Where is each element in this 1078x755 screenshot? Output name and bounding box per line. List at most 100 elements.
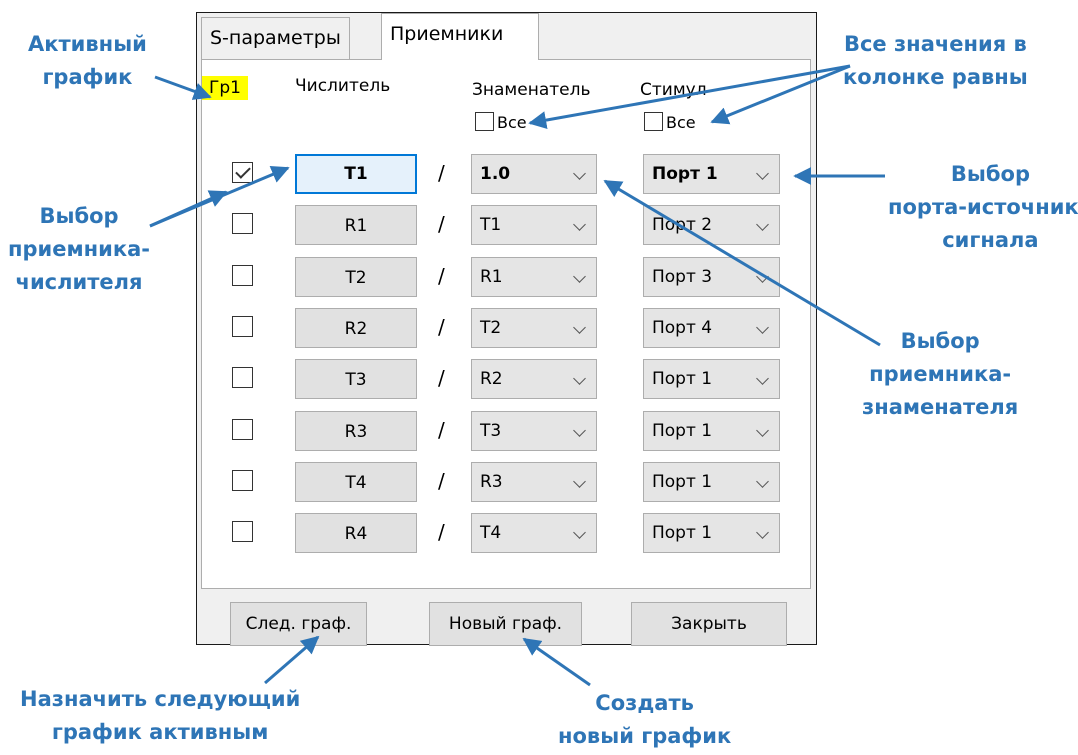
annotation-line: порта-источника xyxy=(888,195,1078,219)
active-graph-label: Гр1 xyxy=(202,76,248,100)
tab-s-parameters[interactable]: S-параметры xyxy=(201,17,350,59)
denominator-combo[interactable]: R2 xyxy=(471,359,597,399)
stimulus-all-label: Все xyxy=(666,113,696,132)
stimulus-value: Порт 1 xyxy=(652,164,718,184)
annotation-active-graph: Активный график xyxy=(28,28,147,94)
stimulus-combo[interactable]: Порт 1 xyxy=(643,462,780,502)
denominator-value: 1.0 xyxy=(480,164,511,184)
stimulus-value: Порт 4 xyxy=(652,318,713,338)
divider-slash: / xyxy=(438,469,445,493)
stimulus-combo[interactable]: Порт 1 xyxy=(643,411,780,451)
numerator-button[interactable]: T2 xyxy=(295,257,417,297)
chevron-down-icon xyxy=(756,167,769,180)
divider-slash: / xyxy=(438,366,445,390)
numerator-button[interactable]: R1 xyxy=(295,205,417,245)
row-checkbox[interactable] xyxy=(232,521,253,542)
divider-slash: / xyxy=(438,264,445,288)
annotation-line: новый график xyxy=(558,724,732,748)
chevron-down-icon xyxy=(573,218,586,231)
denominator-value: R2 xyxy=(480,369,503,389)
chevron-down-icon xyxy=(756,526,769,539)
denominator-combo[interactable]: R1 xyxy=(471,257,597,297)
annotation-source-port: Выбор порта-источника сигнала xyxy=(888,158,1078,257)
annotation-line: Активный xyxy=(28,32,147,56)
stimulus-value: Порт 1 xyxy=(652,369,713,389)
denominator-combo[interactable]: T1 xyxy=(471,205,597,245)
denominator-all-label: Все xyxy=(497,113,527,132)
chevron-down-icon xyxy=(756,218,769,231)
receivers-panel: Гр1 Числитель Знаменатель Стимул Все Все… xyxy=(201,59,811,589)
denominator-combo[interactable]: T3 xyxy=(471,411,597,451)
stimulus-value: Порт 3 xyxy=(652,267,713,287)
denominator-combo[interactable]: 1.0 xyxy=(471,154,597,194)
tab-bar: S-параметры Приемники xyxy=(197,13,816,60)
chevron-down-icon xyxy=(573,475,586,488)
numerator-button[interactable]: R3 xyxy=(295,411,417,451)
stimulus-combo[interactable]: Порт 1 xyxy=(643,359,780,399)
stimulus-all-checkbox[interactable] xyxy=(644,112,663,131)
row-checkbox[interactable] xyxy=(232,419,253,440)
row-checkbox[interactable] xyxy=(232,316,253,337)
denominator-combo[interactable]: T2 xyxy=(471,308,597,348)
divider-slash: / xyxy=(438,315,445,339)
chevron-down-icon xyxy=(573,270,586,283)
stimulus-value: Порт 1 xyxy=(652,472,713,492)
annotation-line: колонке равны xyxy=(843,65,1028,89)
stimulus-combo[interactable]: Порт 4 xyxy=(643,308,780,348)
annotation-line: Выбор xyxy=(900,329,980,353)
denominator-combo[interactable]: R3 xyxy=(471,462,597,502)
stimulus-value: Порт 1 xyxy=(652,421,713,441)
stimulus-combo[interactable]: Порт 2 xyxy=(643,205,780,245)
numerator-button[interactable]: R2 xyxy=(295,308,417,348)
numerator-header: Числитель xyxy=(295,76,391,96)
denominator-value: T4 xyxy=(480,523,502,543)
new-graph-button[interactable]: Новый граф. xyxy=(429,602,582,646)
stimulus-combo[interactable]: Порт 1 xyxy=(643,513,780,553)
row-checkbox[interactable] xyxy=(232,162,253,183)
divider-slash: / xyxy=(438,161,445,185)
stimulus-header: Стимул xyxy=(640,80,707,100)
row-checkbox[interactable] xyxy=(232,265,253,286)
next-graph-button[interactable]: След. граф. xyxy=(230,602,367,646)
close-button[interactable]: Закрыть xyxy=(631,602,787,646)
chevron-down-icon xyxy=(573,526,586,539)
row-checkbox[interactable] xyxy=(232,367,253,388)
denominator-value: T3 xyxy=(480,421,502,441)
annotation-line: сигнала xyxy=(942,228,1039,252)
annotation-line: знаменателя xyxy=(862,395,1019,419)
stimulus-combo[interactable]: Порт 3 xyxy=(643,257,780,297)
annotation-line: Выбор xyxy=(950,162,1030,186)
stimulus-value: Порт 1 xyxy=(652,523,713,543)
annotation-line: приемника- xyxy=(8,237,151,261)
chevron-down-icon xyxy=(756,424,769,437)
chevron-down-icon xyxy=(573,372,586,385)
numerator-button[interactable]: T4 xyxy=(295,462,417,502)
denominator-header: Знаменатель xyxy=(472,80,591,100)
numerator-button[interactable]: T1 xyxy=(295,154,417,194)
row-checkbox[interactable] xyxy=(232,213,253,234)
row-checkbox[interactable] xyxy=(232,470,253,491)
chevron-down-icon xyxy=(573,321,586,334)
annotation-line: Создать xyxy=(595,691,694,715)
annotation-line: Все значения в xyxy=(843,32,1027,56)
denominator-value: T2 xyxy=(480,318,502,338)
numerator-button[interactable]: T3 xyxy=(295,359,417,399)
denominator-all-checkbox[interactable] xyxy=(475,112,494,131)
stimulus-combo[interactable]: Порт 1 xyxy=(643,154,780,194)
stimulus-value: Порт 2 xyxy=(652,215,713,235)
annotation-line: Назначить следующий xyxy=(20,687,301,711)
denominator-combo[interactable]: T4 xyxy=(471,513,597,553)
tab-receivers[interactable]: Приемники xyxy=(381,13,539,60)
denominator-value: R1 xyxy=(480,267,503,287)
chevron-down-icon xyxy=(573,167,586,180)
chevron-down-icon xyxy=(756,372,769,385)
receivers-dialog: S-параметры Приемники Гр1 Числитель Знам… xyxy=(196,12,817,646)
divider-slash: / xyxy=(438,520,445,544)
annotation-all-equal: Все значения в колонке равны xyxy=(843,28,1028,94)
chevron-down-icon xyxy=(756,475,769,488)
numerator-button[interactable]: R4 xyxy=(295,513,417,553)
annotation-create-new: Создать новый график xyxy=(558,687,731,753)
annotation-line: числителя xyxy=(15,270,143,294)
annotation-numerator-select: Выбор приемника- числителя xyxy=(8,200,150,299)
chevron-down-icon xyxy=(756,270,769,283)
